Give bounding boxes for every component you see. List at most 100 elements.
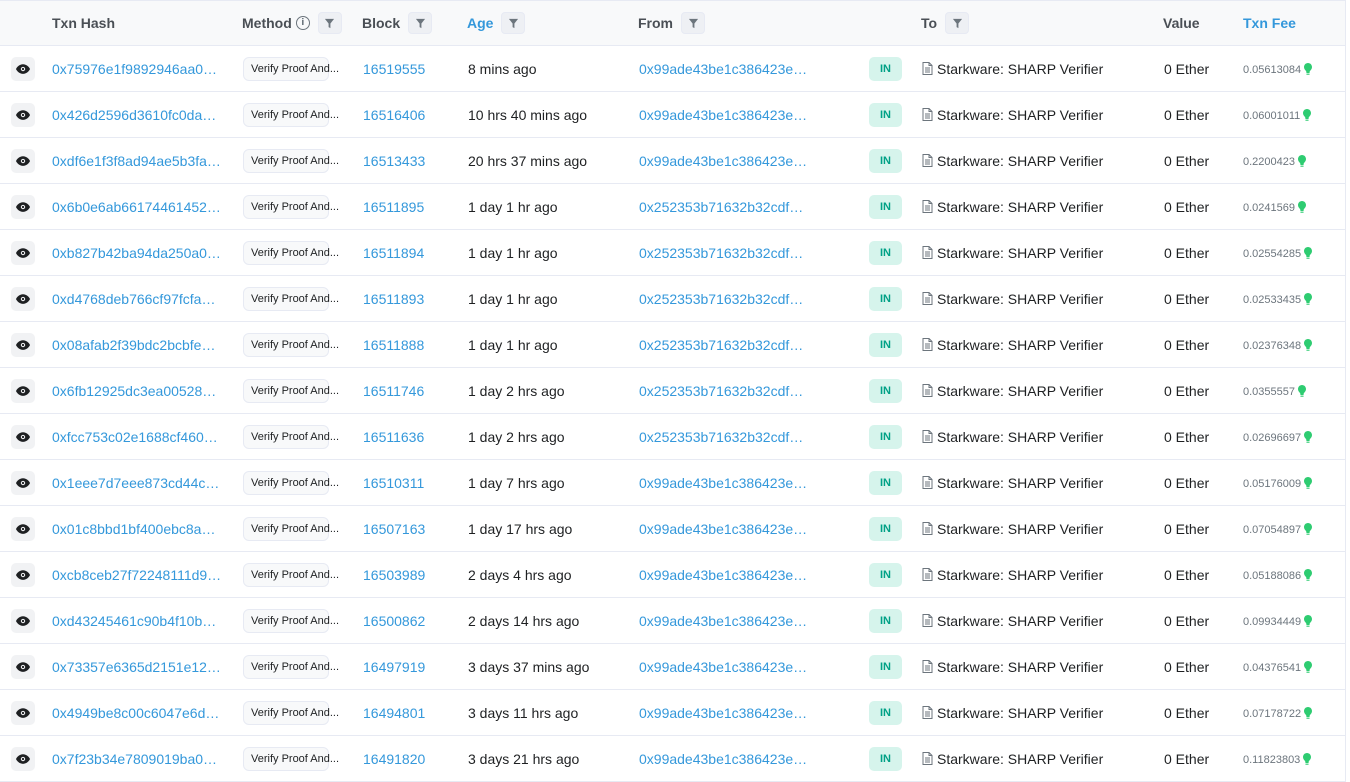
to-address-link[interactable]: Starkware: SHARP Verifier — [937, 107, 1103, 123]
gas-bulb-icon[interactable] — [1298, 155, 1306, 168]
eye-icon[interactable] — [11, 700, 35, 725]
column-header-age[interactable]: Age — [467, 1, 526, 45]
to-address-link[interactable]: Starkware: SHARP Verifier — [937, 751, 1103, 767]
method-badge[interactable]: Verify Proof And... — [243, 286, 339, 311]
from-address-link[interactable]: 0x252353b71632b32cdf… — [639, 276, 803, 321]
to-address-link[interactable]: Starkware: SHARP Verifier — [937, 659, 1103, 675]
method-badge[interactable]: Verify Proof And... — [243, 746, 339, 771]
gas-bulb-icon[interactable] — [1303, 753, 1312, 766]
info-icon[interactable]: i — [295, 16, 310, 30]
eye-icon[interactable] — [11, 608, 35, 633]
from-address-link[interactable]: 0x252353b71632b32cdf… — [639, 368, 803, 413]
txn-hash-link[interactable]: 0x4949be8c00c6047e6d… — [52, 690, 219, 735]
gas-bulb-icon[interactable] — [1304, 293, 1313, 306]
eye-icon[interactable] — [11, 654, 35, 679]
block-link[interactable]: 16497919 — [363, 644, 425, 689]
filter-icon[interactable] — [681, 12, 705, 34]
to-address-link[interactable]: Starkware: SHARP Verifier — [937, 429, 1103, 445]
eye-icon[interactable] — [11, 286, 35, 311]
txn-hash-link[interactable]: 0x7f23b34e7809019ba0… — [52, 736, 217, 781]
filter-icon[interactable] — [945, 12, 970, 34]
block-link[interactable]: 16513433 — [363, 138, 425, 183]
filter-icon[interactable] — [408, 12, 433, 34]
gas-bulb-icon[interactable] — [1304, 477, 1313, 490]
to-address-link[interactable]: Starkware: SHARP Verifier — [937, 705, 1103, 721]
gas-bulb-icon[interactable] — [1304, 523, 1313, 536]
txn-hash-link[interactable]: 0x01c8bbd1bf400ebc8a… — [52, 506, 215, 551]
block-link[interactable]: 16503989 — [363, 552, 425, 597]
method-badge[interactable]: Verify Proof And... — [243, 332, 339, 357]
block-link[interactable]: 16511894 — [363, 230, 424, 275]
method-badge[interactable]: Verify Proof And... — [243, 700, 339, 725]
txn-hash-link[interactable]: 0x73357e6365d2151e12… — [52, 644, 221, 689]
eye-icon[interactable] — [11, 562, 35, 587]
txn-hash-link[interactable]: 0x6b0e6ab66174461452… — [52, 184, 221, 229]
from-address-link[interactable]: 0x252353b71632b32cdf… — [639, 230, 803, 275]
txn-hash-link[interactable]: 0xfcc753c02e1688cf460… — [52, 414, 218, 459]
from-address-link[interactable]: 0x252353b71632b32cdf… — [639, 322, 803, 367]
method-badge[interactable]: Verify Proof And... — [243, 148, 339, 173]
gas-bulb-icon[interactable] — [1304, 707, 1313, 720]
column-header-txn-fee[interactable]: Txn Fee — [1243, 1, 1296, 45]
eye-icon[interactable] — [11, 516, 35, 541]
block-link[interactable]: 16519555 — [363, 46, 425, 91]
method-badge[interactable]: Verify Proof And... — [243, 562, 339, 587]
gas-bulb-icon[interactable] — [1304, 339, 1313, 352]
gas-bulb-icon[interactable] — [1304, 661, 1313, 674]
block-link[interactable]: 16500862 — [363, 598, 425, 643]
eye-icon[interactable] — [11, 746, 35, 771]
method-badge[interactable]: Verify Proof And... — [243, 516, 339, 541]
to-address-link[interactable]: Starkware: SHARP Verifier — [937, 199, 1103, 215]
to-address-link[interactable]: Starkware: SHARP Verifier — [937, 337, 1103, 353]
from-address-link[interactable]: 0x252353b71632b32cdf… — [639, 184, 803, 229]
method-badge[interactable]: Verify Proof And... — [243, 240, 339, 265]
method-badge[interactable]: Verify Proof And... — [243, 56, 339, 81]
block-link[interactable]: 16510311 — [363, 460, 424, 505]
eye-icon[interactable] — [11, 194, 35, 219]
txn-hash-link[interactable]: 0x6fb12925dc3ea00528… — [52, 368, 216, 413]
to-address-link[interactable]: Starkware: SHARP Verifier — [937, 61, 1103, 77]
from-address-link[interactable]: 0x99ade43be1c386423e… — [639, 138, 807, 183]
txn-hash-link[interactable]: 0x1eee7d7eee873cd44c… — [52, 460, 219, 505]
block-link[interactable]: 16511888 — [363, 322, 424, 367]
gas-bulb-icon[interactable] — [1298, 201, 1306, 214]
eye-icon[interactable] — [11, 148, 35, 173]
gas-bulb-icon[interactable] — [1304, 431, 1313, 444]
txn-hash-link[interactable]: 0xdf6e1f3f8ad94ae5b3fa… — [52, 138, 221, 183]
gas-bulb-icon[interactable] — [1303, 109, 1312, 122]
method-badge[interactable]: Verify Proof And... — [243, 470, 339, 495]
from-address-link[interactable]: 0x99ade43be1c386423e… — [639, 690, 807, 735]
eye-icon[interactable] — [11, 102, 35, 127]
gas-bulb-icon[interactable] — [1304, 63, 1313, 76]
txn-hash-link[interactable]: 0xb827b42ba94da250a0… — [52, 230, 221, 275]
from-address-link[interactable]: 0x99ade43be1c386423e… — [639, 46, 807, 91]
method-badge[interactable]: Verify Proof And... — [243, 654, 339, 679]
method-badge[interactable]: Verify Proof And... — [243, 378, 339, 403]
txn-hash-link[interactable]: 0xd4768deb766cf97fcfa… — [52, 276, 215, 321]
to-address-link[interactable]: Starkware: SHARP Verifier — [937, 383, 1103, 399]
block-link[interactable]: 16511636 — [363, 414, 424, 459]
to-address-link[interactable]: Starkware: SHARP Verifier — [937, 613, 1103, 629]
txn-hash-link[interactable]: 0xcb8ceb27f72248111d9… — [52, 552, 221, 597]
block-link[interactable]: 16511893 — [363, 276, 424, 321]
block-link[interactable]: 16511746 — [363, 368, 424, 413]
block-link[interactable]: 16516406 — [363, 92, 425, 137]
gas-bulb-icon[interactable] — [1304, 615, 1313, 628]
from-address-link[interactable]: 0x99ade43be1c386423e… — [639, 460, 807, 505]
block-link[interactable]: 16491820 — [363, 736, 425, 781]
eye-icon[interactable] — [11, 332, 35, 357]
eye-icon[interactable] — [11, 424, 35, 449]
from-address-link[interactable]: 0x252353b71632b32cdf… — [639, 414, 803, 459]
txn-hash-link[interactable]: 0x08afab2f39bdc2bcbfe… — [52, 322, 215, 367]
eye-icon[interactable] — [11, 470, 35, 495]
method-badge[interactable]: Verify Proof And... — [243, 194, 339, 219]
gas-bulb-icon[interactable] — [1304, 569, 1313, 582]
block-link[interactable]: 16511895 — [363, 184, 424, 229]
from-address-link[interactable]: 0x99ade43be1c386423e… — [639, 598, 807, 643]
block-link[interactable]: 16507163 — [363, 506, 425, 551]
filter-icon[interactable] — [317, 12, 342, 34]
from-address-link[interactable]: 0x99ade43be1c386423e… — [639, 644, 807, 689]
eye-icon[interactable] — [11, 240, 35, 265]
txn-hash-link[interactable]: 0x75976e1f9892946aa0… — [52, 46, 217, 91]
gas-bulb-icon[interactable] — [1304, 247, 1313, 260]
